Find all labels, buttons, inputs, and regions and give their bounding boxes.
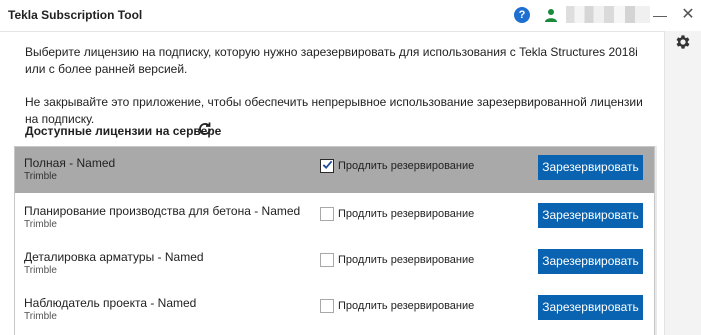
- notice-text: Не закрывайте это приложение, чтобы обес…: [25, 95, 643, 126]
- extend-reservation-label: Продлить резервирование: [338, 300, 475, 312]
- license-vendor: Trimble: [24, 219, 57, 230]
- license-row[interactable]: Деталировка арматуры - Named Trimble Про…: [15, 241, 654, 287]
- license-vendor: Trimble: [24, 265, 57, 276]
- list-scrollbar[interactable]: [655, 146, 657, 335]
- side-toolbar: [664, 31, 701, 335]
- reserve-button[interactable]: Зарезервировать: [538, 295, 643, 320]
- help-icon[interactable]: ?: [514, 7, 530, 23]
- extend-reservation-checkbox[interactable]: [320, 159, 334, 173]
- extend-reservation-label: Продлить резервирование: [338, 160, 475, 172]
- checkmark-icon: [322, 160, 333, 170]
- license-row[interactable]: Планирование производства для бетона - N…: [15, 195, 654, 241]
- section-title: Доступные лицензии на сервере: [25, 124, 222, 138]
- reserve-button[interactable]: Зарезервировать: [538, 249, 643, 274]
- license-vendor: Trimble: [24, 311, 57, 322]
- main-panel: Выберите лицензию на подписку, которую н…: [0, 31, 664, 335]
- license-name: Планирование производства для бетона - N…: [24, 204, 301, 218]
- license-row[interactable]: Полная - Named Trimble Продлить резервир…: [15, 147, 654, 193]
- extend-reservation-checkbox[interactable]: [320, 253, 334, 267]
- extend-reservation-checkbox[interactable]: [320, 299, 334, 313]
- license-row[interactable]: Наблюдатель проекта - Named Trimble Прод…: [15, 287, 654, 333]
- intro-text: Выберите лицензию на подписку, которую н…: [25, 45, 638, 76]
- gear-icon[interactable]: [674, 33, 692, 51]
- app-window: Tekla Subscription Tool ? — ✕ Выберите л…: [0, 0, 701, 335]
- reserve-button[interactable]: Зарезервировать: [538, 203, 643, 228]
- extend-reservation-label: Продлить резервирование: [338, 254, 475, 266]
- extend-reservation-label: Продлить резервирование: [338, 208, 475, 220]
- user-name-redacted: [566, 6, 650, 23]
- license-list: Полная - Named Trimble Продлить резервир…: [14, 146, 655, 335]
- title-bar: Tekla Subscription Tool ? — ✕: [0, 0, 701, 31]
- license-name: Наблюдатель проекта - Named: [24, 296, 197, 310]
- license-name: Деталировка арматуры - Named: [24, 250, 204, 264]
- reserve-button[interactable]: Зарезервировать: [538, 155, 643, 180]
- license-vendor: Trimble: [24, 171, 57, 182]
- user-icon[interactable]: [544, 8, 558, 22]
- minimize-button[interactable]: —: [652, 6, 668, 24]
- extend-reservation-checkbox[interactable]: [320, 207, 334, 221]
- refresh-icon[interactable]: [197, 121, 213, 137]
- license-name: Полная - Named: [24, 156, 116, 170]
- window-title: Tekla Subscription Tool: [8, 8, 143, 22]
- close-button[interactable]: ✕: [680, 6, 696, 24]
